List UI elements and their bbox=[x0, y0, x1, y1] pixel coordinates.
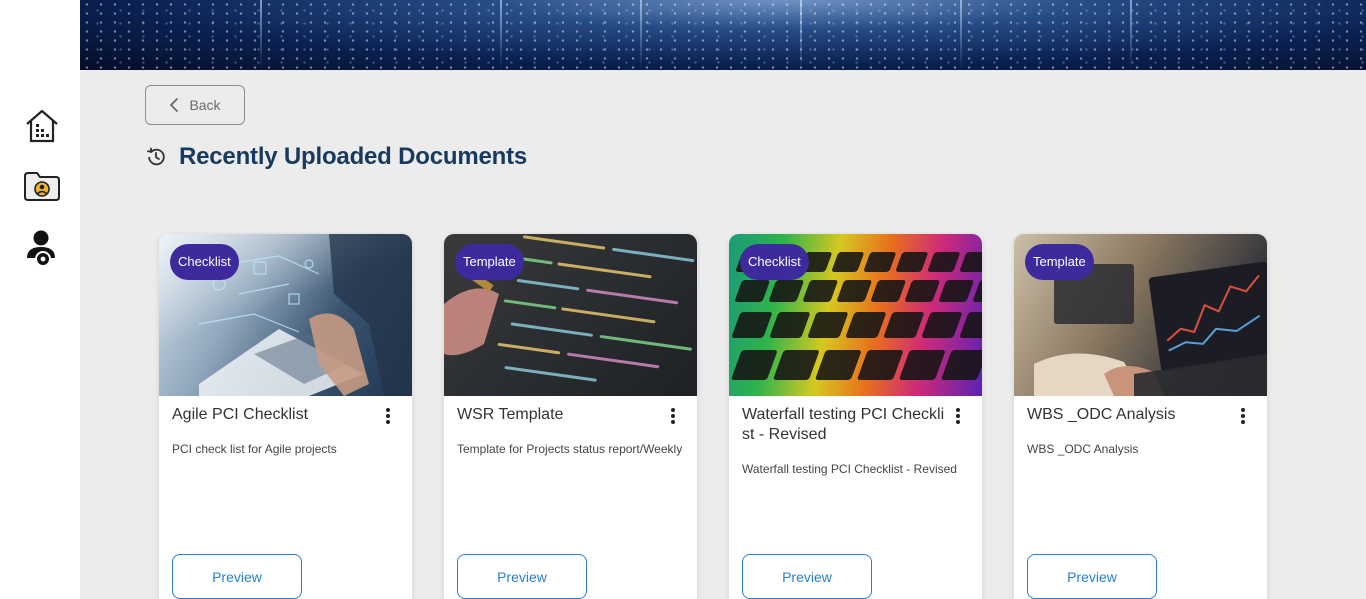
card-image: Template bbox=[1014, 234, 1267, 396]
header-banner bbox=[80, 0, 1366, 70]
category-badge: Template bbox=[1025, 244, 1094, 280]
more-options-icon[interactable] bbox=[665, 406, 681, 426]
document-card[interactable]: Checklist Waterfall testing PCI Checklis… bbox=[729, 234, 982, 599]
preview-button[interactable]: Preview bbox=[172, 554, 302, 599]
card-description: Waterfall testing PCI Checklist - Revise… bbox=[742, 462, 957, 476]
back-button-label: Back bbox=[189, 97, 221, 113]
building-icon[interactable] bbox=[22, 106, 62, 146]
more-options-icon[interactable] bbox=[1235, 406, 1251, 426]
card-description: Template for Projects status report/Week… bbox=[457, 442, 683, 456]
document-card[interactable]: Checklist Agile PCI Checklist PCI check … bbox=[159, 234, 412, 599]
category-badge: Template bbox=[455, 244, 524, 280]
card-title: Waterfall testing PCI Checklist - Revise… bbox=[742, 406, 945, 443]
chevron-left-icon bbox=[170, 98, 179, 112]
category-badge: Checklist bbox=[170, 244, 239, 280]
more-options-icon[interactable] bbox=[380, 406, 396, 426]
preview-button[interactable]: Preview bbox=[742, 554, 872, 599]
document-card[interactable]: Template WBS _ODC Analysis WBS _ODC Anal… bbox=[1014, 234, 1267, 599]
card-image: Checklist bbox=[729, 234, 982, 396]
more-options-icon[interactable] bbox=[950, 406, 966, 426]
card-description: WBS _ODC Analysis bbox=[1027, 442, 1139, 456]
card-title: WBS _ODC Analysis bbox=[1027, 406, 1176, 423]
card-title: Agile PCI Checklist bbox=[172, 406, 309, 423]
card-title: WSR Template bbox=[457, 406, 564, 423]
user-folder-icon[interactable] bbox=[22, 166, 62, 206]
card-description: PCI check list for Agile projects bbox=[172, 442, 337, 456]
back-button[interactable]: Back bbox=[145, 85, 245, 125]
preview-button[interactable]: Preview bbox=[1027, 554, 1157, 599]
category-badge: Checklist bbox=[740, 244, 809, 280]
history-icon bbox=[147, 147, 165, 166]
user-settings-icon[interactable] bbox=[22, 228, 62, 268]
page-heading: Recently Uploaded Documents bbox=[145, 140, 527, 174]
preview-button[interactable]: Preview bbox=[457, 554, 587, 599]
sidebar bbox=[0, 0, 80, 599]
page-title: Recently Uploaded Documents bbox=[179, 143, 528, 170]
document-card[interactable]: Template WSR Template Template for Proje… bbox=[444, 234, 697, 599]
card-image: Checklist bbox=[159, 234, 412, 396]
card-image: Template bbox=[444, 234, 697, 396]
